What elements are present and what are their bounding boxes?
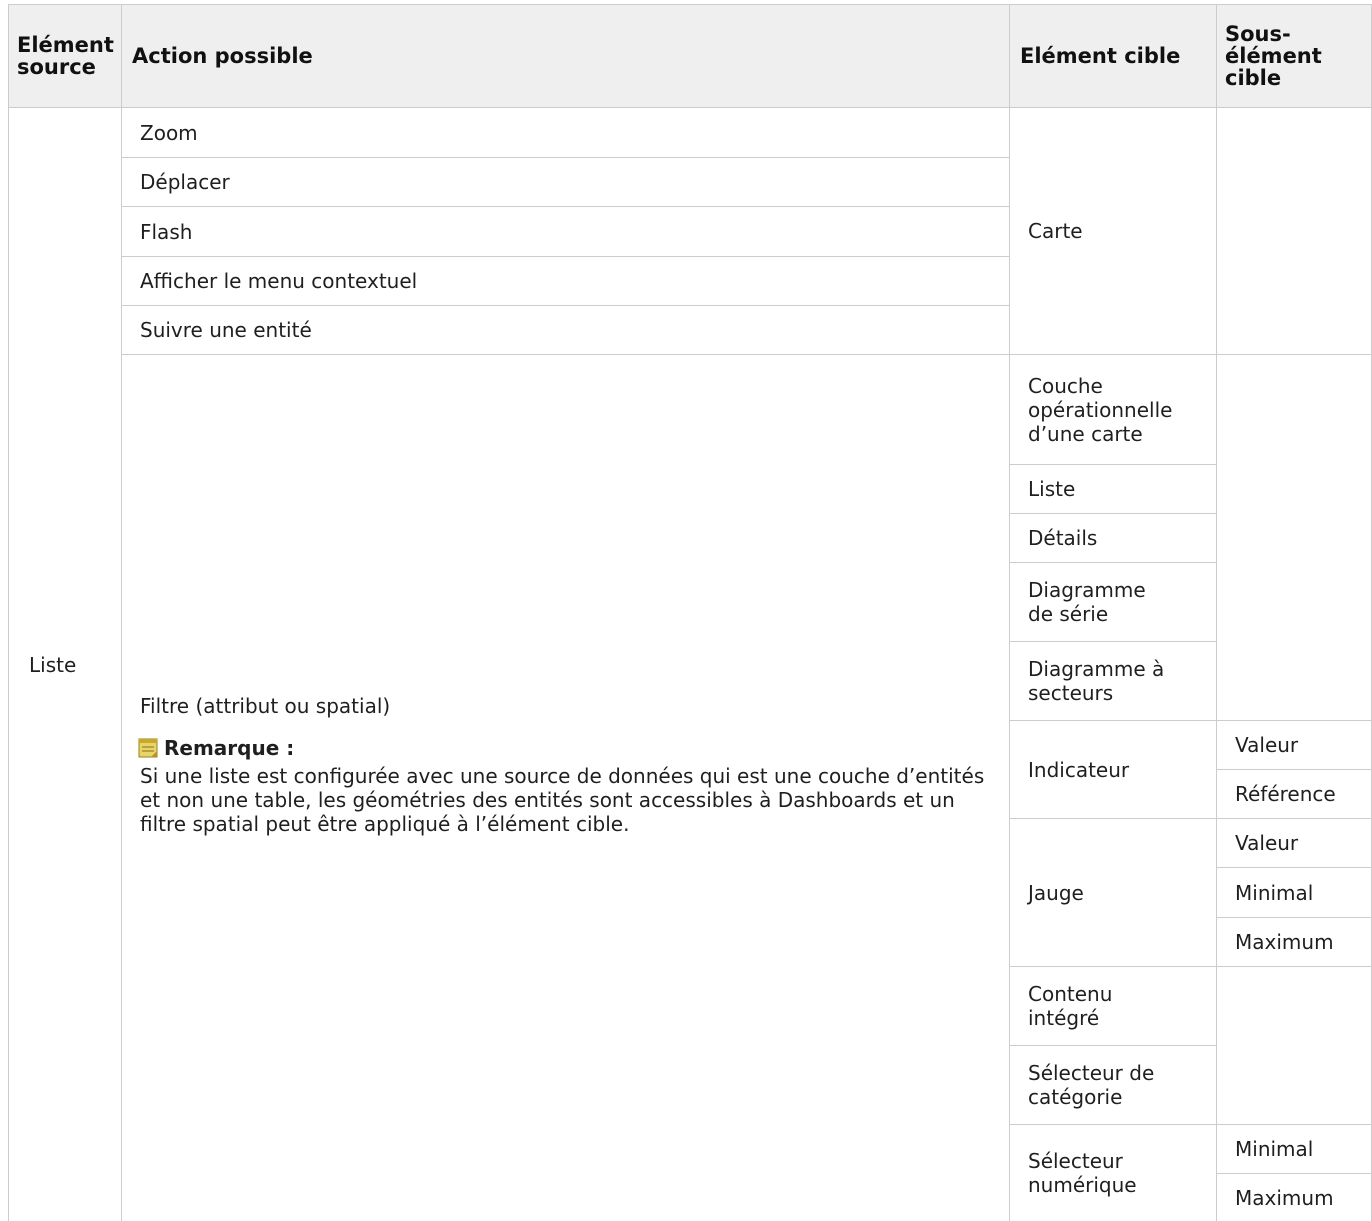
target-indicator: Indicateur xyxy=(1009,720,1216,818)
action-popup: Afficher le menu contextuel xyxy=(121,256,1009,305)
interaction-table: Elément source Action possible Elément c… xyxy=(0,0,1372,1221)
target-list: Liste xyxy=(1009,464,1216,513)
subtarget-empty-2 xyxy=(1216,966,1372,1124)
target-details: Détails xyxy=(1009,513,1216,562)
subtarget-gauge-value: Valeur xyxy=(1216,818,1372,867)
target-gauge: Jauge xyxy=(1009,818,1216,966)
action-follow: Suivre une entité xyxy=(121,305,1009,354)
target-serial-chart: Diagramme de série xyxy=(1009,562,1216,641)
source-cell: Liste xyxy=(8,107,121,1221)
target-map: Carte xyxy=(1009,107,1216,354)
action-zoom: Zoom xyxy=(121,107,1009,157)
subtarget-map-empty xyxy=(1216,107,1372,354)
subtarget-gauge-min: Minimal xyxy=(1216,867,1372,917)
target-pie-chart: Diagramme à secteurs xyxy=(1009,641,1216,720)
header-action: Action possible xyxy=(121,4,1009,107)
header-subtarget: Sous-élément cible xyxy=(1216,4,1372,107)
action-filter: Filtre (attribut ou spatial) Remarque : … xyxy=(121,354,1009,1221)
header-source: Elément source xyxy=(8,4,121,107)
action-flash: Flash xyxy=(121,206,1009,256)
subtarget-gauge-max: Maximum xyxy=(1216,917,1372,966)
target-numeric-selector: Sélecteur numérique xyxy=(1009,1124,1216,1221)
filter-label: Filtre (attribut ou spatial) xyxy=(140,694,391,718)
subtarget-empty-1 xyxy=(1216,354,1372,720)
note-header: Remarque : xyxy=(138,736,294,760)
note-text: Si une liste est configurée avec une sou… xyxy=(140,764,985,836)
target-operational-layer: Couche opérationnelle d’une carte xyxy=(1009,354,1216,464)
subtarget-numeric-min: Minimal xyxy=(1216,1124,1372,1173)
note-icon xyxy=(138,737,158,759)
note-title: Remarque : xyxy=(164,736,295,760)
header-target: Elément cible xyxy=(1009,4,1216,107)
subtarget-indicator-value: Valeur xyxy=(1216,720,1372,769)
target-embedded: Contenu intégré xyxy=(1009,966,1216,1045)
target-category-selector: Sélecteur de catégorie xyxy=(1009,1045,1216,1124)
subtarget-numeric-max: Maximum xyxy=(1216,1173,1372,1221)
subtarget-indicator-reference: Référence xyxy=(1216,769,1372,818)
action-pan: Déplacer xyxy=(121,157,1009,206)
